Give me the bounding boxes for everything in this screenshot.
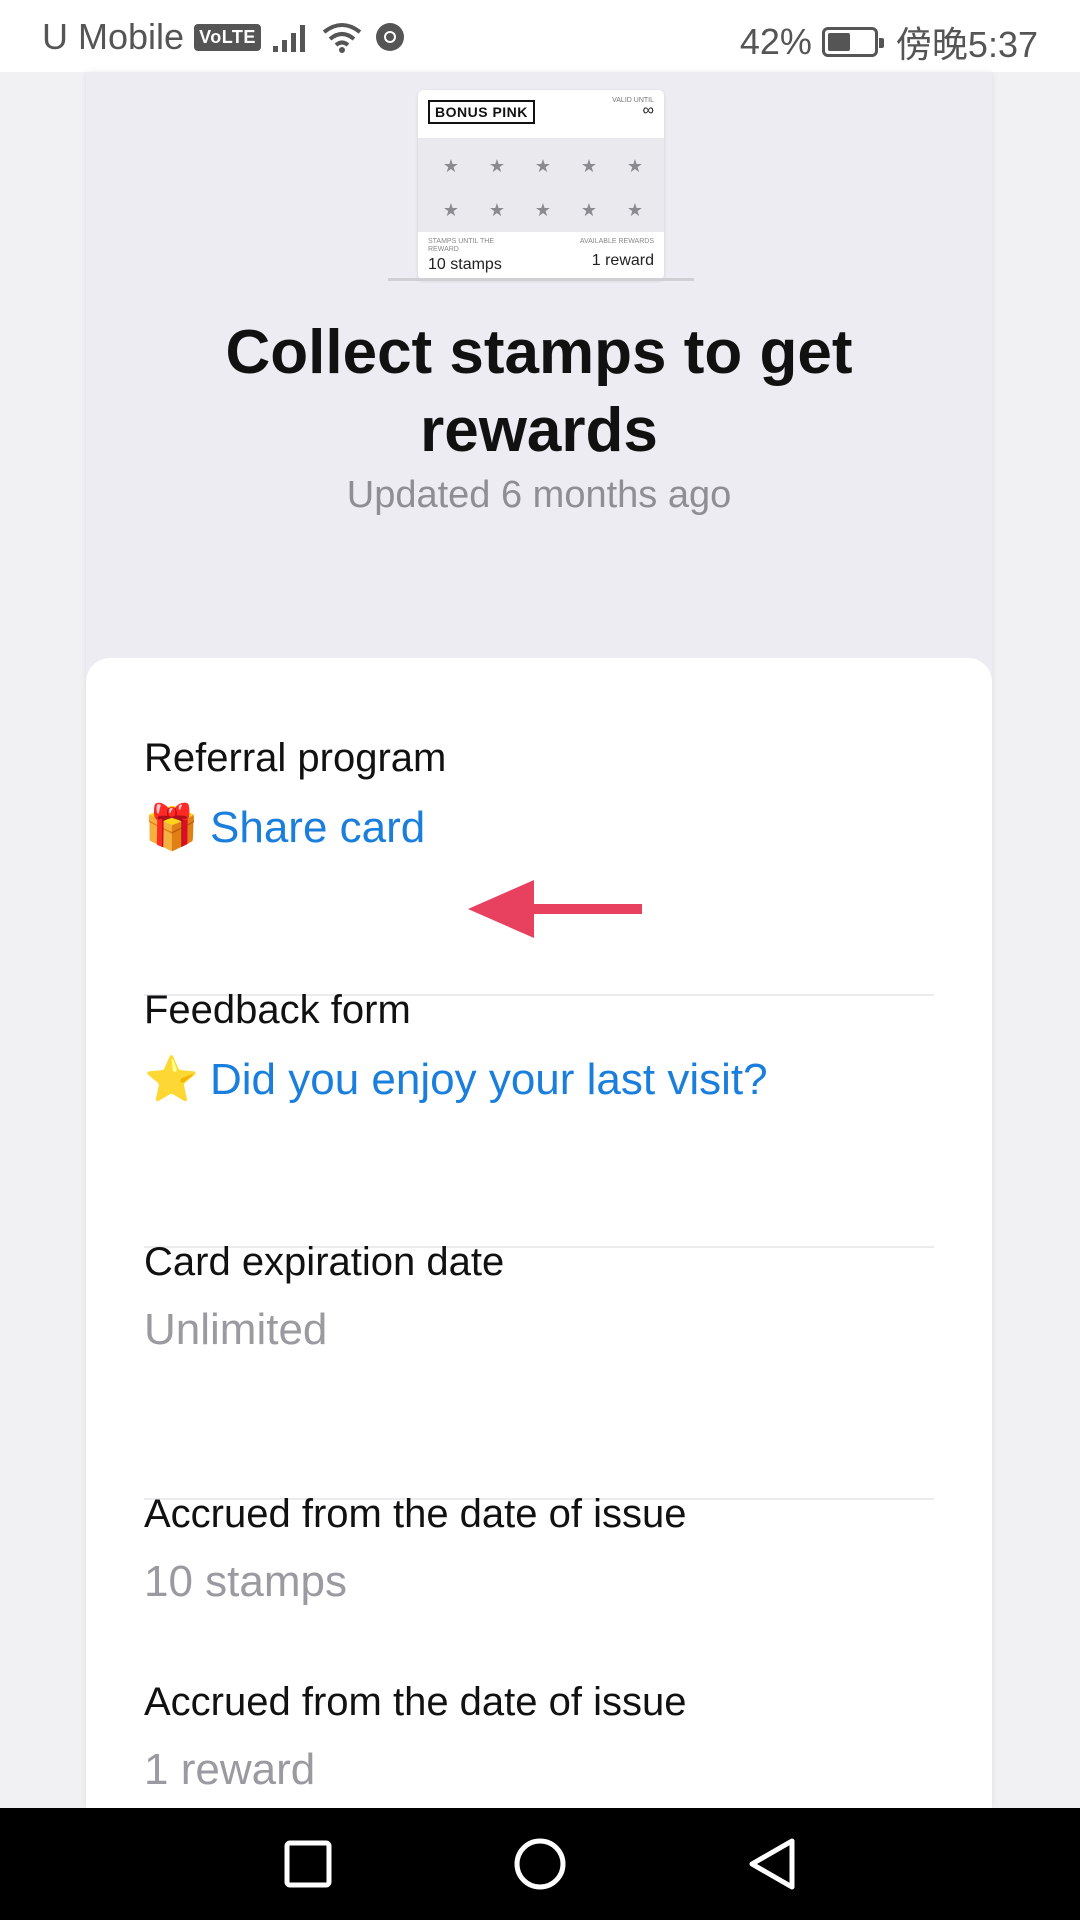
card-divider xyxy=(388,278,694,281)
card-detail-column[interactable]: BONUS PINK VALID UNTIL ∞ ★ ★ ★ ★ ★ ★ ★ ★… xyxy=(86,72,992,1818)
signal-icon xyxy=(272,25,305,52)
star-icon: ★ xyxy=(580,155,598,176)
stamps-until-label: STAMPS UNTIL THE REWARD xyxy=(428,238,494,253)
star-icon: ★ xyxy=(488,199,506,220)
feedback-form-row: Feedback form ⭐ Did you enjoy your last v… xyxy=(144,988,934,1105)
star-icon: ★ xyxy=(580,199,598,220)
page: BONUS PINK VALID UNTIL ∞ ★ ★ ★ ★ ★ ★ ★ ★… xyxy=(0,72,1080,1818)
valid-until: VALID UNTIL ∞ xyxy=(612,96,654,119)
star-icon: ★ xyxy=(442,155,460,176)
accrued-rewards-row: Accrued from the date of issue 1 reward xyxy=(144,1680,934,1795)
loyalty-card-preview[interactable]: BONUS PINK VALID UNTIL ∞ ★ ★ ★ ★ ★ ★ ★ ★… xyxy=(418,90,664,280)
accrued-stamps-row: Accrued from the date of issue 10 stamps xyxy=(144,1492,934,1607)
clock: 傍晚5:37 xyxy=(895,24,1038,65)
stamps-until-value: 10 stamps xyxy=(428,256,502,273)
accrued-stamps-label: Accrued from the date of issue xyxy=(144,1492,687,1536)
referral-program-label: Referral program xyxy=(144,736,447,780)
star-icon: ★ xyxy=(534,199,552,220)
card-details-panel: Referral program 🎁 Share card Feedback fo… xyxy=(86,658,992,1818)
available-rewards-value: 1 reward xyxy=(591,252,654,269)
status-bar: U Mobile VoLTE 42% 傍晚5:37 xyxy=(0,0,1080,72)
gift-icon: 🎁 xyxy=(144,803,199,852)
battery-icon xyxy=(821,27,884,57)
brand-logo: BONUS PINK xyxy=(428,100,535,124)
home-circle-icon[interactable] xyxy=(512,1836,568,1892)
expiration-label: Card expiration date xyxy=(144,1240,505,1284)
battery-percent: 42% xyxy=(739,21,812,62)
expiration-value: Unlimited xyxy=(144,1305,328,1354)
chrome-icon xyxy=(375,23,404,51)
status-right: 42% 傍晚5:37 xyxy=(740,16,1038,68)
available-rewards-label: AVAILABLE REWARDS xyxy=(579,238,654,245)
star-icon: ★ xyxy=(626,155,644,176)
updated-timestamp: Updated 6 months ago xyxy=(346,474,732,516)
card-hero: BONUS PINK VALID UNTIL ∞ ★ ★ ★ ★ ★ ★ ★ ★… xyxy=(86,72,992,672)
feedback-form-label: Feedback form xyxy=(144,988,411,1032)
carrier-name: U Mobile xyxy=(42,16,185,57)
share-card-link[interactable]: Share card xyxy=(210,803,425,852)
stamp-grid: ★ ★ ★ ★ ★ ★ ★ ★ ★ ★ xyxy=(418,138,664,232)
wifi-icon xyxy=(322,23,362,53)
expiration-row: Card expiration date Unlimited xyxy=(144,1240,934,1355)
status-left: U Mobile VoLTE xyxy=(42,16,407,58)
valid-until-value: ∞ xyxy=(642,102,654,119)
navigation-bar xyxy=(0,1808,1080,1920)
feedback-link[interactable]: Did you enjoy your last visit? xyxy=(210,1055,768,1104)
star-icon: ★ xyxy=(534,155,552,176)
accrued-stamps-value: 10 stamps xyxy=(144,1557,347,1606)
referral-program-row: Referral program 🎁 Share card xyxy=(144,736,934,853)
accrued-rewards-label: Accrued from the date of issue xyxy=(144,1680,687,1724)
recent-apps-square-icon[interactable] xyxy=(280,1836,336,1892)
star-icon: ★ xyxy=(488,155,506,176)
annotation-arrow-icon xyxy=(468,880,642,938)
volte-badge: VoLTE xyxy=(194,23,261,51)
accrued-rewards-value: 1 reward xyxy=(144,1745,316,1794)
page-title: Collect stamps to get rewards xyxy=(225,318,853,465)
back-triangle-icon[interactable] xyxy=(744,1836,800,1892)
star-icon: ★ xyxy=(442,199,460,220)
star-icon: ★ xyxy=(626,199,644,220)
star-icon: ⭐ xyxy=(144,1055,199,1104)
